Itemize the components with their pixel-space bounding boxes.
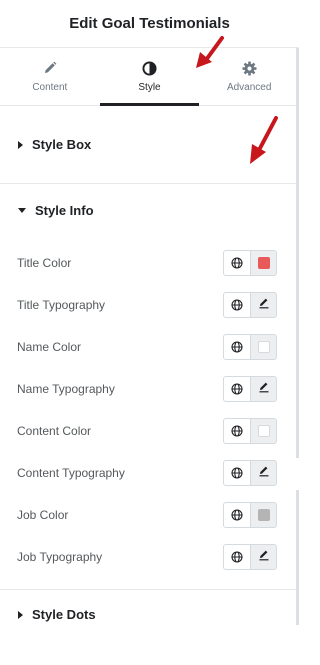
section-style-dots-title: Style Dots (32, 607, 96, 622)
tab-style[interactable]: Style (99, 48, 200, 106)
color-picker-button[interactable] (251, 251, 276, 275)
color-swatch (257, 509, 270, 521)
typography-control-group (223, 376, 277, 402)
gear-icon (241, 60, 257, 76)
color-picker-button[interactable] (251, 335, 276, 359)
control-title-color: Title Color (17, 242, 277, 284)
tab-advanced-label: Advanced (226, 82, 272, 93)
typography-control-group (223, 460, 277, 486)
typography-control-group (223, 292, 277, 318)
control-content-typography: Content Typography (17, 452, 277, 494)
control-label: Content Color (17, 424, 92, 438)
control-label: Name Typography (17, 382, 115, 396)
control-name-typography: Name Typography (17, 368, 277, 410)
scrollbar-track-lower[interactable] (296, 490, 299, 625)
edit-typography-button[interactable] (251, 377, 276, 401)
control-label: Title Typography (17, 298, 106, 312)
edit-typography-button[interactable] (251, 293, 276, 317)
control-title-typography: Title Typography (17, 284, 277, 326)
pencil-icon (258, 464, 270, 482)
color-control-group (223, 502, 277, 528)
edit-typography-button[interactable] (251, 461, 276, 485)
globe-icon[interactable] (224, 503, 251, 527)
color-control-group (223, 418, 277, 444)
typography-control-group (223, 544, 277, 570)
tab-style-label: Style (138, 82, 161, 93)
pencil-icon (258, 296, 270, 314)
edit-typography-button[interactable] (251, 545, 276, 569)
control-label: Name Color (17, 340, 82, 354)
control-name-color: Name Color (17, 326, 277, 368)
globe-icon[interactable] (224, 377, 251, 401)
control-job-typography: Job Typography (17, 536, 277, 578)
color-swatch (257, 425, 270, 437)
color-picker-button[interactable] (251, 503, 276, 527)
tab-content[interactable]: Content (0, 48, 100, 105)
annotation-arrow-icon (196, 36, 224, 68)
contrast-icon (142, 60, 158, 76)
color-picker-button[interactable] (251, 419, 276, 443)
section-style-dots[interactable]: Style Dots (0, 589, 299, 639)
control-label: Content Typography (17, 466, 125, 480)
control-label: Job Color (17, 508, 69, 522)
globe-icon[interactable] (224, 335, 251, 359)
tab-content-label: Content (32, 82, 68, 93)
color-control-group (223, 334, 277, 360)
caret-right-icon (18, 610, 23, 619)
control-label: Title Color (17, 256, 72, 270)
pencil-icon (42, 60, 58, 76)
caret-down-icon (18, 207, 26, 213)
tab-bar: Content Style Advanced (0, 48, 299, 106)
globe-icon[interactable] (224, 251, 251, 275)
section-style-info[interactable]: Style Info (0, 184, 299, 236)
pencil-icon (258, 548, 270, 566)
globe-icon[interactable] (224, 293, 251, 317)
annotation-arrow-icon (250, 116, 278, 164)
panel-header: Edit Goal Testimonials (0, 0, 299, 48)
color-control-group (223, 250, 277, 276)
scrollbar-track[interactable] (296, 48, 299, 458)
section-style-box-title: Style Box (32, 137, 92, 152)
caret-right-icon (18, 140, 23, 149)
control-job-color: Job Color (17, 494, 277, 536)
color-swatch (257, 341, 270, 353)
panel-title: Edit Goal Testimonials (69, 15, 230, 32)
color-swatch (257, 257, 270, 269)
globe-icon[interactable] (224, 461, 251, 485)
globe-icon[interactable] (224, 419, 251, 443)
control-content-color: Content Color (17, 410, 277, 452)
section-style-info-title: Style Info (35, 202, 94, 218)
control-label: Job Typography (17, 550, 103, 564)
pencil-icon (258, 380, 270, 398)
globe-icon[interactable] (224, 545, 251, 569)
style-info-controls: Title Color Title Typography Name Color … (0, 236, 299, 578)
